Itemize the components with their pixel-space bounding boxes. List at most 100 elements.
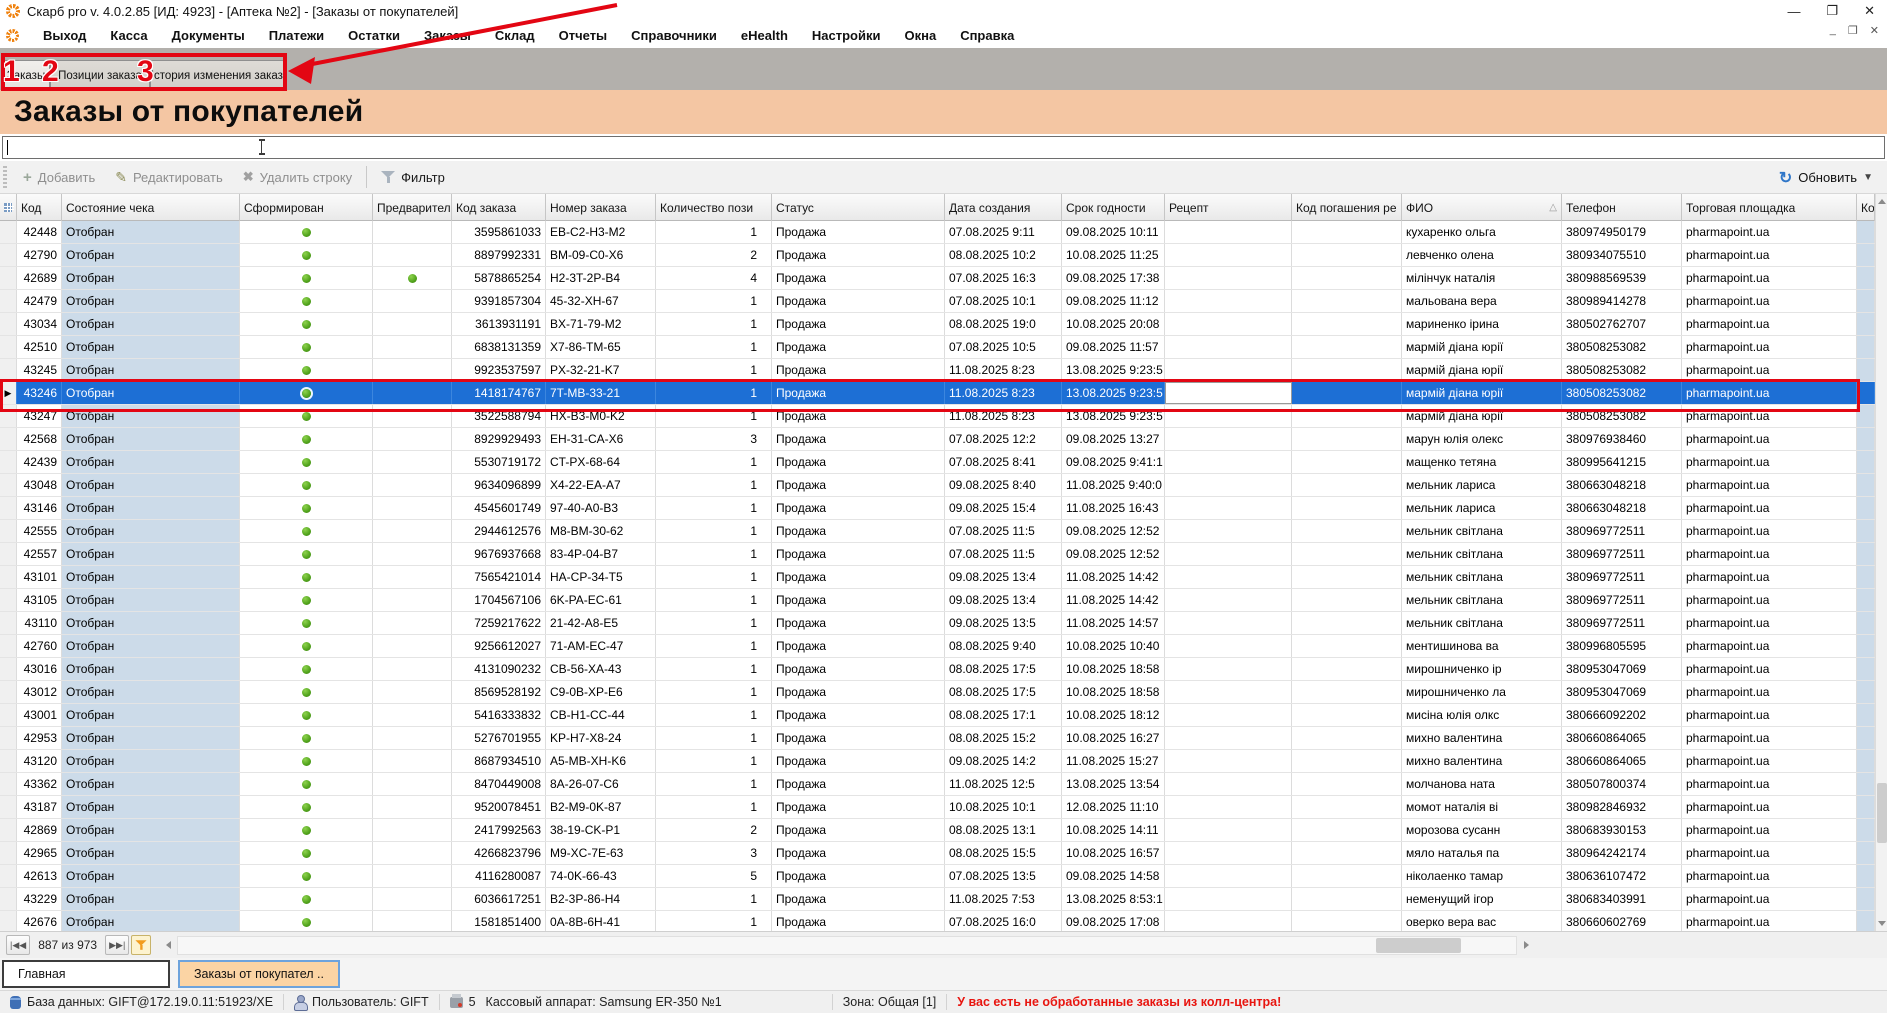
cell-order-code[interactable]: 3613931191: [452, 313, 546, 335]
cell-order-number[interactable]: 38-19-CK-P1: [546, 819, 656, 841]
cell-platform[interactable]: pharmapoint.ua: [1682, 566, 1857, 588]
cell-created[interactable]: 08.08.2025 15:5: [945, 842, 1062, 864]
cell-qty[interactable]: 1: [656, 750, 772, 772]
cell-phone[interactable]: 380989414278: [1562, 290, 1682, 312]
cell-preliminary[interactable]: [373, 359, 452, 381]
cell-order-number[interactable]: 7T-MB-33-21: [546, 382, 656, 404]
cell-order-number[interactable]: EB-C2-H3-M2: [546, 221, 656, 243]
cell-recipe[interactable]: [1165, 773, 1292, 795]
cell-expiry[interactable]: 11.08.2025 14:57: [1062, 612, 1165, 634]
cell-platform[interactable]: pharmapoint.ua: [1682, 612, 1857, 634]
cell-formed[interactable]: [240, 681, 373, 703]
column-header-created[interactable]: Дата создания: [945, 194, 1062, 221]
cell-check-state[interactable]: Отобран: [62, 612, 240, 634]
table-row[interactable]: 42613Отобран411628008774-0K-66-435Продаж…: [0, 865, 1875, 888]
cell-redeem-code[interactable]: [1292, 267, 1402, 289]
row-indicator[interactable]: [0, 405, 17, 427]
cell-formed[interactable]: [240, 290, 373, 312]
cell-ko[interactable]: [1857, 750, 1875, 772]
cell-phone[interactable]: 380995641215: [1562, 451, 1682, 473]
cell-qty[interactable]: 1: [656, 474, 772, 496]
cell-created[interactable]: 08.08.2025 17:5: [945, 681, 1062, 703]
table-row[interactable]: 42448Отобран3595861033EB-C2-H3-M21Продаж…: [0, 221, 1875, 244]
cell-status[interactable]: Продажа: [772, 313, 945, 335]
row-indicator[interactable]: [0, 474, 17, 496]
cell-recipe[interactable]: [1165, 658, 1292, 680]
cell-preliminary[interactable]: [373, 727, 452, 749]
cell-status[interactable]: Продажа: [772, 221, 945, 243]
cell-platform[interactable]: pharmapoint.ua: [1682, 313, 1857, 335]
cell-redeem-code[interactable]: [1292, 221, 1402, 243]
cell-code[interactable]: 43101: [17, 566, 62, 588]
cell-phone[interactable]: 380974950179: [1562, 221, 1682, 243]
cell-ko[interactable]: [1857, 313, 1875, 335]
cell-qty[interactable]: 1: [656, 520, 772, 542]
cell-ko[interactable]: [1857, 796, 1875, 818]
vertical-scrollbar[interactable]: [1875, 194, 1887, 931]
cell-recipe[interactable]: [1165, 221, 1292, 243]
cell-ko[interactable]: [1857, 911, 1875, 931]
cell-created[interactable]: 08.08.2025 15:2: [945, 727, 1062, 749]
cell-status[interactable]: Продажа: [772, 865, 945, 887]
cell-qty[interactable]: 5: [656, 865, 772, 887]
table-row[interactable]: 42760Отобран925661202771-AM-EC-471Продаж…: [0, 635, 1875, 658]
cell-order-number[interactable]: 21-42-A8-E5: [546, 612, 656, 634]
cell-order-code[interactable]: 6838131359: [452, 336, 546, 358]
cell-formed[interactable]: [240, 520, 373, 542]
cell-expiry[interactable]: 13.08.2025 9:23:5: [1062, 382, 1165, 404]
cell-order-code[interactable]: 4545601749: [452, 497, 546, 519]
cell-code[interactable]: 43245: [17, 359, 62, 381]
last-page-button[interactable]: ▶▶|: [105, 935, 129, 955]
row-indicator[interactable]: [0, 865, 17, 887]
cell-name[interactable]: момот наталія ві: [1402, 796, 1562, 818]
cell-order-code[interactable]: 9634096899: [452, 474, 546, 496]
cell-check-state[interactable]: Отобран: [62, 773, 240, 795]
cell-expiry[interactable]: 10.08.2025 10:40: [1062, 635, 1165, 657]
cell-name[interactable]: марун юлія олекс: [1402, 428, 1562, 450]
cell-check-state[interactable]: Отобран: [62, 681, 240, 703]
cell-phone[interactable]: 380976938460: [1562, 428, 1682, 450]
cell-qty[interactable]: 1: [656, 497, 772, 519]
table-row[interactable]: 43362Отобран84704490088A-26-07-C61Продаж…: [0, 773, 1875, 796]
cell-phone[interactable]: 380988569539: [1562, 267, 1682, 289]
cell-recipe[interactable]: [1165, 474, 1292, 496]
cell-created[interactable]: 10.08.2025 10:1: [945, 796, 1062, 818]
horizontal-scrollbar[interactable]: [177, 936, 1517, 955]
cell-platform[interactable]: pharmapoint.ua: [1682, 336, 1857, 358]
table-row[interactable]: 42510Отобран6838131359X7-86-TM-651Продаж…: [0, 336, 1875, 359]
cell-status[interactable]: Продажа: [772, 451, 945, 473]
cell-order-code[interactable]: 4266823796: [452, 842, 546, 864]
cell-created[interactable]: 09.08.2025 8:40: [945, 474, 1062, 496]
cell-status[interactable]: Продажа: [772, 244, 945, 266]
cell-created[interactable]: 08.08.2025 19:0: [945, 313, 1062, 335]
edit-button[interactable]: ✎ Редактировать: [105, 164, 233, 190]
cell-preliminary[interactable]: [373, 589, 452, 611]
cell-status[interactable]: Продажа: [772, 589, 945, 611]
cell-phone[interactable]: 380508253082: [1562, 336, 1682, 358]
column-header-redeem-code[interactable]: Код погашения ре: [1292, 194, 1402, 221]
table-row[interactable]: 42965Отобран4266823796M9-XC-7E-633Продаж…: [0, 842, 1875, 865]
cell-formed[interactable]: [240, 244, 373, 266]
cell-phone[interactable]: 380934075510: [1562, 244, 1682, 266]
cell-preliminary[interactable]: [373, 865, 452, 887]
cell-created[interactable]: 09.08.2025 14:2: [945, 750, 1062, 772]
cell-status[interactable]: Продажа: [772, 658, 945, 680]
hscroll-right-button[interactable]: [1517, 936, 1535, 955]
cell-phone[interactable]: 380508253082: [1562, 359, 1682, 381]
cell-check-state[interactable]: Отобран: [62, 359, 240, 381]
cell-qty[interactable]: 1: [656, 888, 772, 910]
cell-order-code[interactable]: 4131090232: [452, 658, 546, 680]
cell-ko[interactable]: [1857, 589, 1875, 611]
cell-code[interactable]: 43016: [17, 658, 62, 680]
cell-formed[interactable]: [240, 865, 373, 887]
cell-redeem-code[interactable]: [1292, 773, 1402, 795]
cell-preliminary[interactable]: [373, 497, 452, 519]
cell-order-number[interactable]: HX-B3-M0-K2: [546, 405, 656, 427]
cell-name[interactable]: мельник лариса: [1402, 497, 1562, 519]
cell-ko[interactable]: [1857, 888, 1875, 910]
cell-created[interactable]: 07.08.2025 13:5: [945, 865, 1062, 887]
row-indicator[interactable]: [0, 911, 17, 931]
cell-check-state[interactable]: Отобран: [62, 405, 240, 427]
cell-recipe[interactable]: [1165, 865, 1292, 887]
table-row[interactable]: 42790Отобран8897992331BM-09-C0-X62Продаж…: [0, 244, 1875, 267]
